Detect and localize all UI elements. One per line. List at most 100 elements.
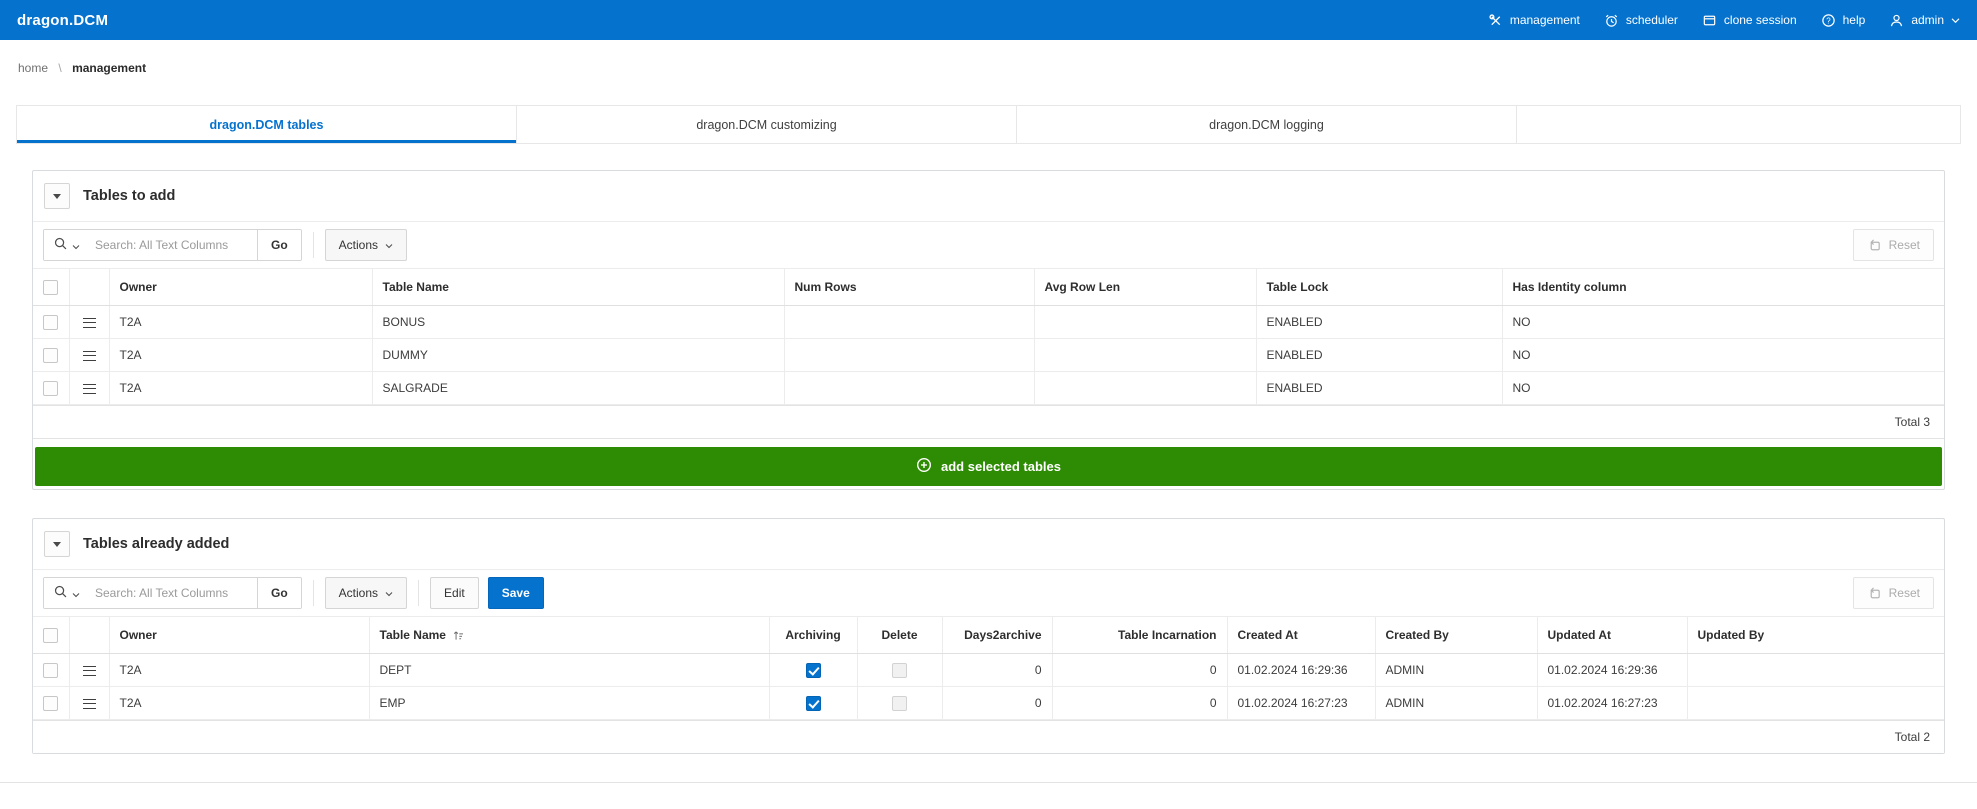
nav-label: admin <box>1911 13 1944 27</box>
cell-table-name: EMP <box>368 686 770 720</box>
row-menu-cell <box>68 686 110 720</box>
search-column-selector-button[interactable] <box>44 578 89 608</box>
caret-down-icon <box>53 193 61 199</box>
row-select-checkbox[interactable] <box>43 662 59 678</box>
row-menu-icon[interactable] <box>82 350 96 361</box>
select-all-checkbox[interactable] <box>43 627 58 643</box>
alarm-clock-icon <box>1604 13 1619 28</box>
plus-circle-icon <box>916 457 932 476</box>
column-label: Table Name <box>379 628 446 642</box>
row-menu-icon[interactable] <box>82 665 96 676</box>
breadcrumb-home-link[interactable]: home <box>18 61 48 75</box>
nav-management[interactable]: management <box>1488 13 1580 28</box>
add-selected-tables-button[interactable]: add selected tables <box>35 447 1942 486</box>
cell-owner: T2A <box>108 653 370 687</box>
search-input[interactable] <box>89 230 257 260</box>
row-select-checkbox[interactable] <box>43 695 59 711</box>
nav-user-menu[interactable]: admin <box>1889 13 1960 28</box>
cell-table-name: SALGRADE <box>371 371 785 405</box>
select-all-checkbox[interactable] <box>43 279 58 295</box>
grid-total: Total 3 <box>33 405 1944 439</box>
tools-icon <box>1488 13 1503 28</box>
column-header-table-name[interactable]: Table Name <box>371 268 785 306</box>
tab-bar-filler <box>1517 106 1960 143</box>
row-menu-icon[interactable] <box>82 383 96 394</box>
column-header-updated-by[interactable]: Updated By <box>1686 616 1944 654</box>
reset-report-button[interactable]: Reset <box>1852 229 1934 261</box>
actions-menu-button[interactable]: Actions <box>324 577 408 609</box>
reset-report-button[interactable]: Reset <box>1852 577 1934 609</box>
tables-to-add-grid: Owner Table Name Num Rows Avg Row Len Ta… <box>33 268 1944 405</box>
sort-ascending-icon <box>452 629 465 642</box>
table-row: T2A SALGRADE ENABLED NO <box>33 371 1944 405</box>
delete-checkbox[interactable] <box>892 695 907 711</box>
row-select-checkbox[interactable] <box>43 380 59 396</box>
column-header-days2archive[interactable]: Days2archive <box>941 616 1053 654</box>
search-input[interactable] <box>89 578 257 608</box>
column-header-created-at[interactable]: Created At <box>1226 616 1376 654</box>
column-header-num-rows[interactable]: Num Rows <box>783 268 1035 306</box>
column-header-delete[interactable]: Delete <box>856 616 943 654</box>
cell-num-rows <box>783 371 1035 405</box>
cell-archiving <box>768 653 858 687</box>
row-select-cell <box>33 686 70 720</box>
nav-label: help <box>1842 13 1866 27</box>
tab-dragon-dcm-tables[interactable]: dragon.DCM tables <box>17 106 517 143</box>
column-header-table-lock[interactable]: Table Lock <box>1255 268 1503 306</box>
search-icon <box>53 236 68 254</box>
save-button[interactable]: Save <box>487 577 544 609</box>
tab-dragon-dcm-customizing[interactable]: dragon.DCM customizing <box>517 106 1017 143</box>
column-header-has-identity[interactable]: Has Identity column <box>1501 268 1944 306</box>
nav-clone-session[interactable]: clone session <box>1702 13 1797 28</box>
column-header-archiving[interactable]: Archiving <box>768 616 858 654</box>
nav-help[interactable]: ? help <box>1821 13 1866 28</box>
row-menu-icon[interactable] <box>82 698 96 709</box>
column-header-table-incarnation[interactable]: Table Incarnation <box>1051 616 1228 654</box>
region-header: Tables to add <box>33 171 1944 221</box>
app-header: dragon.DCM management scheduler clone se… <box>0 0 1977 40</box>
cell-has-identity: NO <box>1501 371 1944 405</box>
archiving-checkbox[interactable] <box>805 662 821 678</box>
row-select-checkbox[interactable] <box>43 314 59 330</box>
edit-button[interactable]: Edit <box>430 577 479 609</box>
chevron-down-icon <box>72 586 80 601</box>
cell-table-lock: ENABLED <box>1255 371 1503 405</box>
column-header-owner[interactable]: Owner <box>108 268 373 306</box>
column-header-created-by[interactable]: Created By <box>1374 616 1538 654</box>
delete-checkbox[interactable] <box>892 662 907 678</box>
search-icon <box>53 584 68 602</box>
cell-table-lock: ENABLED <box>1255 305 1503 339</box>
row-menu-icon[interactable] <box>82 317 96 328</box>
cell-created-at: 01.02.2024 16:29:36 <box>1226 653 1376 687</box>
collapse-region-button[interactable] <box>44 183 70 209</box>
row-select-cell <box>33 653 70 687</box>
page-footer-divider <box>0 782 1977 791</box>
column-header-owner[interactable]: Owner <box>108 616 370 654</box>
search-column-selector-button[interactable] <box>44 230 89 260</box>
region-tables-to-add: Tables to add Go <box>32 170 1945 490</box>
archiving-checkbox[interactable] <box>805 695 821 711</box>
help-circle-icon: ? <box>1821 13 1836 28</box>
region-display-selector: dragon.DCM tables dragon.DCM customizing… <box>16 105 1961 144</box>
table-row: T2A DEPT 0 0 01.02.2024 16:29:36 ADMIN 0… <box>33 653 1944 687</box>
reset-label: Reset <box>1888 586 1920 600</box>
collapse-region-button[interactable] <box>44 531 70 557</box>
toolbar-divider <box>312 580 314 606</box>
row-menu-cell <box>68 371 110 405</box>
column-header-updated-at[interactable]: Updated At <box>1536 616 1688 654</box>
search-go-button[interactable]: Go <box>257 230 301 260</box>
column-header-table-name[interactable]: Table Name <box>368 616 770 654</box>
nav-scheduler[interactable]: scheduler <box>1604 13 1678 28</box>
cell-avg-row-len <box>1033 338 1257 372</box>
tab-label: dragon.DCM tables <box>209 118 324 132</box>
svg-text:?: ? <box>1826 16 1831 25</box>
actions-menu-button[interactable]: Actions <box>324 229 408 261</box>
cell-owner: T2A <box>108 338 373 372</box>
search-go-button[interactable]: Go <box>257 578 301 608</box>
cell-days2archive: 0 <box>941 653 1053 687</box>
reset-icon <box>1867 586 1882 601</box>
row-select-checkbox[interactable] <box>43 347 59 363</box>
tab-dragon-dcm-logging[interactable]: dragon.DCM logging <box>1017 106 1517 143</box>
column-header-avg-row-len[interactable]: Avg Row Len <box>1033 268 1257 306</box>
cell-created-by: ADMIN <box>1374 653 1538 687</box>
